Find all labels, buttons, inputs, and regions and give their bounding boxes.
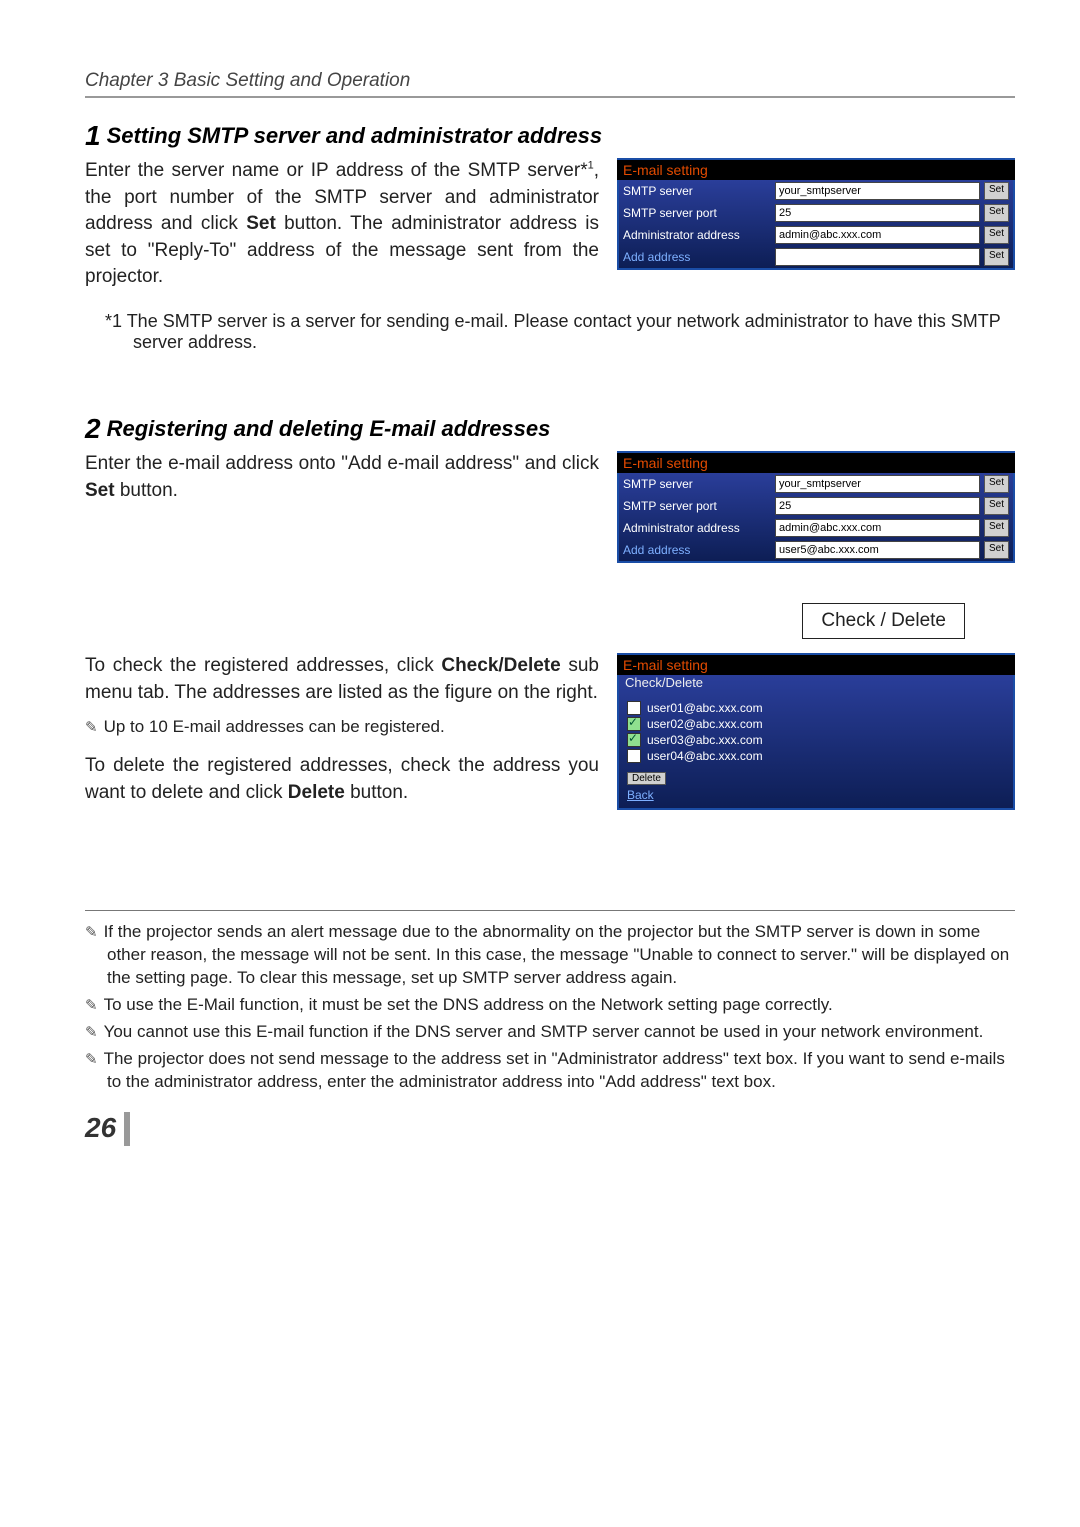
chapter-header: Chapter 3 Basic Setting and Operation bbox=[85, 70, 1015, 98]
row-add-address: Add address Set bbox=[619, 246, 1013, 268]
section-2-body-2: To check the registered addresses, click… bbox=[85, 653, 599, 706]
email-setting-panel-1: E-mail setting SMTP server your_smtpserv… bbox=[617, 158, 1015, 270]
set-button[interactable]: Set bbox=[984, 497, 1009, 515]
set-button[interactable]: Set bbox=[984, 475, 1009, 493]
panel-1-title: E-mail setting bbox=[617, 158, 1015, 180]
check-item: user01@abc.xxx.com bbox=[627, 700, 1005, 716]
row-add-address: Add address user5@abc.xxx.com Set bbox=[619, 539, 1013, 561]
row-smtp-server: SMTP server your_smtpserver Set bbox=[619, 180, 1013, 202]
set-button[interactable]: Set bbox=[984, 204, 1009, 222]
section-1-body: Enter the server name or IP address of t… bbox=[85, 158, 599, 291]
panel-3-subtitle: Check/Delete bbox=[619, 675, 1013, 694]
label-admin-address: Administrator address bbox=[623, 228, 771, 242]
row-admin-address: Administrator address admin@abc.xxx.com … bbox=[619, 517, 1013, 539]
check-item: user02@abc.xxx.com bbox=[627, 716, 1005, 732]
email-check-delete-panel: E-mail setting Check/Delete user01@abc.x… bbox=[617, 653, 1015, 810]
section-1-title: Setting SMTP server and administrator ad… bbox=[107, 123, 603, 149]
input-admin-address[interactable]: admin@abc.xxx.com bbox=[775, 519, 980, 537]
chapter-title: Chapter 3 Basic Setting and Operation bbox=[85, 70, 410, 92]
row-smtp-port: SMTP server port 25 Set bbox=[619, 202, 1013, 224]
input-add-address[interactable] bbox=[775, 248, 980, 266]
delete-button[interactable]: Delete bbox=[627, 772, 666, 785]
page-number-bar-icon bbox=[124, 1112, 130, 1146]
page-number: 26 bbox=[85, 1112, 1015, 1147]
label-smtp-server: SMTP server bbox=[623, 477, 771, 491]
foot-note: You cannot use this E-mail function if t… bbox=[85, 1021, 1015, 1044]
section-1-heading: 1 Setting SMTP server and administrator … bbox=[85, 120, 1015, 152]
check-item: user03@abc.xxx.com bbox=[627, 732, 1005, 748]
set-button[interactable]: Set bbox=[984, 248, 1009, 266]
section-2-body-3: To delete the registered addresses, chec… bbox=[85, 753, 599, 806]
row-admin-address: Administrator address admin@abc.xxx.com … bbox=[619, 224, 1013, 246]
label-smtp-port: SMTP server port bbox=[623, 206, 771, 220]
back-link[interactable]: Back bbox=[627, 788, 654, 802]
set-button[interactable]: Set bbox=[984, 226, 1009, 244]
set-button[interactable]: Set bbox=[984, 182, 1009, 200]
section-2-heading: 2 Registering and deleting E-mail addres… bbox=[85, 413, 1015, 445]
panel-2-title: E-mail setting bbox=[617, 451, 1015, 473]
row-smtp-server: SMTP server your_smtpserver Set bbox=[619, 473, 1013, 495]
checkbox-icon[interactable] bbox=[627, 701, 641, 715]
label-smtp-server: SMTP server bbox=[623, 184, 771, 198]
input-add-address[interactable]: user5@abc.xxx.com bbox=[775, 541, 980, 559]
label-smtp-port: SMTP server port bbox=[623, 499, 771, 513]
email-entry: user02@abc.xxx.com bbox=[647, 717, 763, 731]
set-button[interactable]: Set bbox=[984, 541, 1009, 559]
checkbox-icon[interactable] bbox=[627, 749, 641, 763]
foot-note: The projector does not send message to t… bbox=[85, 1048, 1015, 1094]
footnote-divider: If the projector sends an alert message … bbox=[85, 910, 1015, 1094]
label-admin-address: Administrator address bbox=[623, 521, 771, 535]
section-2-body-1: Enter the e-mail address onto "Add e-mai… bbox=[85, 451, 599, 504]
email-entry: user03@abc.xxx.com bbox=[647, 733, 763, 747]
email-setting-panel-2: E-mail setting SMTP server your_smtpserv… bbox=[617, 451, 1015, 563]
label-add-address: Add address bbox=[623, 543, 771, 557]
input-smtp-port[interactable]: 25 bbox=[775, 204, 980, 222]
checkbox-icon[interactable] bbox=[627, 717, 641, 731]
label-add-address: Add address bbox=[623, 250, 771, 264]
email-entry: user04@abc.xxx.com bbox=[647, 749, 763, 763]
input-smtp-port[interactable]: 25 bbox=[775, 497, 980, 515]
input-smtp-server[interactable]: your_smtpserver bbox=[775, 475, 980, 493]
section-1-number: 1 bbox=[85, 120, 101, 152]
foot-note: If the projector sends an alert message … bbox=[85, 921, 1015, 990]
panel-3-title: E-mail setting bbox=[617, 653, 1015, 675]
section-2-title: Registering and deleting E-mail addresse… bbox=[107, 416, 551, 442]
section-1-footnote: *1 The SMTP server is a server for sendi… bbox=[105, 311, 1015, 353]
set-button[interactable]: Set bbox=[984, 519, 1009, 537]
row-smtp-port: SMTP server port 25 Set bbox=[619, 495, 1013, 517]
email-entry: user01@abc.xxx.com bbox=[647, 701, 763, 715]
note-max-addresses: Up to 10 E-mail addresses can be registe… bbox=[85, 716, 599, 739]
input-admin-address[interactable]: admin@abc.xxx.com bbox=[775, 226, 980, 244]
checkbox-icon[interactable] bbox=[627, 733, 641, 747]
check-item: user04@abc.xxx.com bbox=[627, 748, 1005, 764]
foot-note: To use the E-Mail function, it must be s… bbox=[85, 994, 1015, 1017]
check-delete-callout: Check / Delete bbox=[802, 603, 965, 639]
section-2-number: 2 bbox=[85, 413, 101, 445]
input-smtp-server[interactable]: your_smtpserver bbox=[775, 182, 980, 200]
